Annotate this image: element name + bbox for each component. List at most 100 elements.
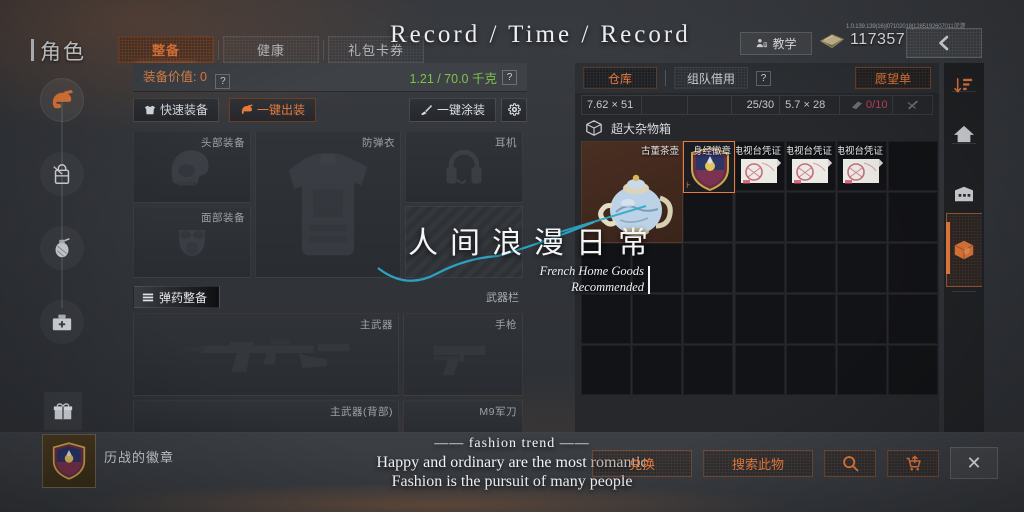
ammo-cell-count-2: 0/10 (840, 96, 894, 114)
ammo-cell-caliber-2: 5.7 × 28 (780, 96, 840, 114)
item-antique-teapot-name: 古董茶壶 (640, 146, 679, 157)
sell-button[interactable] (887, 449, 939, 477)
selected-item-name: 历战的徽章 (104, 450, 175, 465)
badge-icon (52, 442, 86, 480)
item-tv-pass-1[interactable]: 电视台凭证 (735, 141, 785, 191)
currency-display: 117357 (820, 31, 905, 49)
item-tv-pass-1-name: 电视台凭证 (735, 146, 781, 157)
money-value: 117357 (850, 31, 906, 48)
rrail-crate-button[interactable] (944, 227, 984, 273)
slot-back-weapon-label: 主武器(背部) (330, 406, 393, 418)
weight-help-icon[interactable]: ? (502, 69, 517, 85)
rail-item-equipment[interactable] (40, 78, 84, 122)
slot-body-armor[interactable]: 防弹衣 (255, 131, 401, 278)
slot-back-weapon[interactable]: 主武器(背部) (133, 400, 399, 435)
auto-loadout-button[interactable]: 一键出装 (229, 97, 317, 122)
record-title: Record / Time / Record (390, 21, 691, 48)
slot-knife[interactable]: M9军刀 (403, 400, 523, 435)
right-rail (944, 63, 984, 435)
chevron-left-icon (936, 35, 952, 51)
headset-ghost-icon (406, 132, 522, 202)
ammo-section-bar: 弹药整备 武器栏 (133, 285, 523, 309)
item-tv-pass-2[interactable]: 电视台凭证 (786, 141, 836, 191)
gear-orange-icon (240, 103, 253, 116)
close-button[interactable]: ✕ (950, 447, 998, 479)
stash-icon (953, 185, 975, 203)
pistol-ghost-icon (404, 314, 522, 395)
back-button[interactable] (906, 28, 982, 58)
vest-ghost-icon (256, 132, 400, 277)
tab-warehouse[interactable]: 仓库 (583, 67, 657, 89)
ammo-cell-count-1: 25/30 (732, 96, 781, 114)
page-title: 角色 (31, 36, 86, 66)
ammo-cell-2 (642, 96, 688, 114)
app-root: 角色 整备 健康 礼包卡券 Record / Time / Record 教学 (0, 0, 1024, 512)
item-veteran-badge-name: 身经徽章 (692, 146, 731, 157)
container-name: 超大杂物箱 (611, 121, 672, 136)
ammo-setup-button[interactable]: 弹药整备 (133, 286, 221, 308)
item-veteran-badge[interactable]: 身经徽章 ⊦ (683, 141, 735, 193)
bottom-actions: 兑换 搜索此物 ✕ (592, 447, 998, 479)
inventory-tabs: 仓库 组队借用 ? 愿望单 (575, 63, 939, 93)
equipment-value-help-icon[interactable]: ? (215, 73, 231, 89)
selected-item-icon (42, 434, 96, 488)
search-icon (842, 455, 859, 472)
inventory-panel: 仓库 组队借用 ? 愿望单 7.62 × 51 25/30 5.7 × 28 0… (575, 63, 939, 435)
wishlist-button[interactable]: 愿望单 (855, 67, 931, 89)
ammo-cell-caliber-1: 7.62 × 51 (582, 96, 642, 114)
rrail-stash-button[interactable] (944, 171, 984, 217)
equipment-value-number: 0 (199, 69, 207, 84)
rrail-sort-button[interactable] (944, 63, 984, 109)
container-header: 超大杂物箱 (575, 115, 939, 141)
sort-icon (954, 77, 974, 95)
tab-team-borrow[interactable]: 组队借用 (674, 67, 748, 89)
grenade-icon (50, 236, 74, 260)
slot-pistol[interactable]: 手枪 (403, 313, 523, 396)
rail-item-backpack[interactable] (40, 152, 84, 196)
tab-zhengbei[interactable]: 整备 (118, 36, 214, 66)
item-tv-pass-2-name: 电视台凭证 (786, 146, 832, 157)
rifle-ghost-icon (134, 314, 398, 395)
slot-headset[interactable]: 耳机 (405, 131, 523, 203)
search-item-button[interactable]: 搜索此物 (703, 449, 813, 477)
melee-icon (906, 99, 920, 111)
rail-item-gift[interactable] (44, 392, 82, 430)
item-antique-teapot[interactable]: 古董茶壶 (581, 141, 683, 243)
weight-display: 1.21 / 70.0 千克 ? (409, 68, 517, 87)
search-button[interactable] (824, 449, 876, 477)
rail-item-medical[interactable] (40, 300, 84, 344)
rail-item-throwable[interactable] (40, 226, 84, 270)
tab-divider (218, 40, 219, 60)
helmet-ghost-icon (134, 132, 250, 202)
item-tv-pass-3[interactable]: 电视台凭证 (837, 141, 887, 191)
main-tabs: 整备 健康 礼包卡券 (118, 36, 424, 66)
inventory-help-icon[interactable]: ? (756, 70, 771, 86)
slot-primary-weapon[interactable]: 主武器 (133, 313, 399, 396)
loadout-value-bar: 装备价值: 0 ? 1.21 / 70.0 千克 ? (133, 63, 527, 92)
helmet-icon (49, 88, 75, 112)
paint-all-button[interactable]: 一键涂装 (408, 97, 496, 122)
tab-divider (323, 40, 324, 60)
slot-face[interactable]: 面部装备 (133, 206, 251, 278)
loadout-settings-button[interactable] (501, 97, 527, 122)
exchange-button[interactable]: 兑换 (592, 449, 692, 477)
weight-value: 1.21 / 70.0 千克 (409, 71, 497, 86)
slot-empty[interactable] (405, 206, 523, 278)
backpack-icon (50, 162, 74, 186)
sell-icon (904, 454, 922, 472)
slot-head[interactable]: 头部装备 (133, 131, 251, 203)
tutorial-button[interactable]: 教学 (740, 32, 812, 55)
inventory-tab-divider (665, 70, 666, 86)
quick-equip-button[interactable]: 快速装备 (133, 97, 220, 122)
equip-marker-icon: ⊦ (686, 180, 691, 190)
tutorial-label: 教学 (772, 37, 797, 51)
money-icon (820, 32, 844, 48)
ammo-cell-tool (893, 96, 932, 114)
ammo-status-row: 7.62 × 51 25/30 5.7 × 28 0/10 (581, 95, 933, 115)
ammo-icon (142, 291, 154, 303)
rrail-home-button[interactable] (944, 111, 984, 157)
rail-connector (61, 98, 63, 308)
magazine-icon (851, 100, 863, 110)
tab-health[interactable]: 健康 (223, 36, 319, 63)
left-rail (40, 78, 84, 430)
